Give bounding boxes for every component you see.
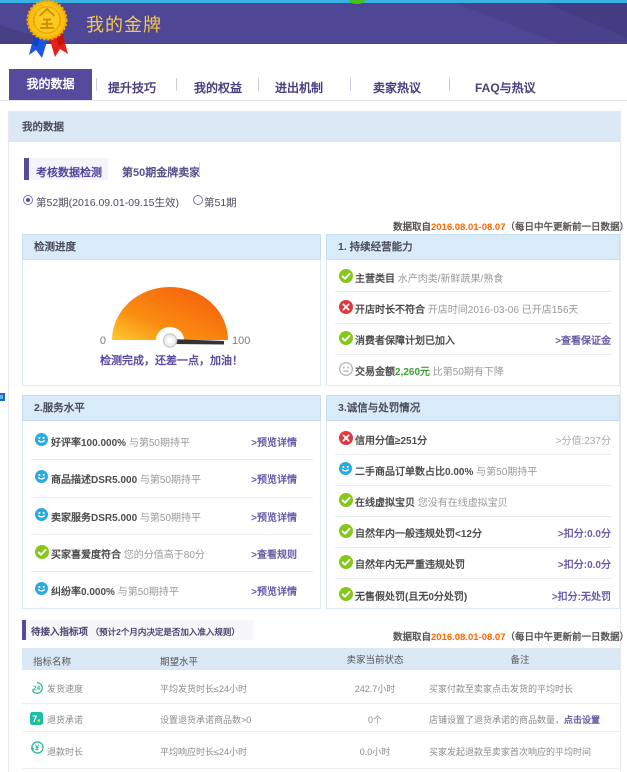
svg-text:0: 0 bbox=[100, 335, 106, 347]
svg-text:100: 100 bbox=[232, 335, 250, 347]
svg-text:¥: ¥ bbox=[35, 743, 40, 752]
svg-text:24: 24 bbox=[33, 685, 41, 692]
svg-text:7: 7 bbox=[32, 714, 37, 724]
